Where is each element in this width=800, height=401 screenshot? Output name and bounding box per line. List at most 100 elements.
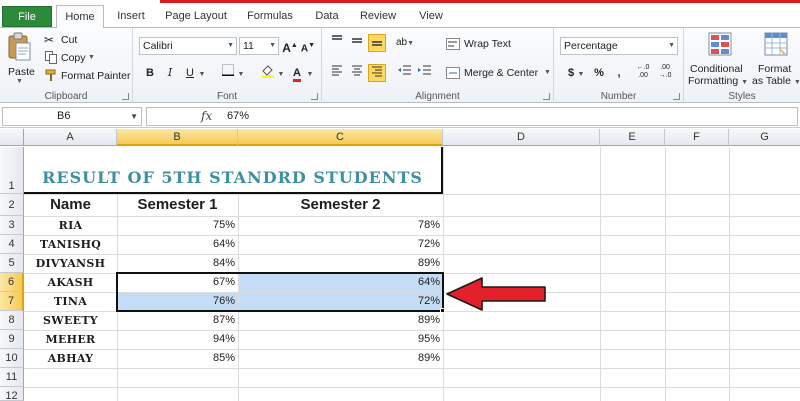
header-name[interactable]: Name bbox=[24, 194, 117, 216]
cell-semester-2[interactable]: 64% bbox=[238, 273, 443, 292]
cell-name[interactable]: DIVYANSH bbox=[24, 254, 117, 273]
cell-semester-2[interactable]: 95% bbox=[238, 330, 443, 349]
row-header-6[interactable]: 6 bbox=[0, 273, 24, 292]
cell-semester-2[interactable]: 72% bbox=[238, 235, 443, 254]
align-bottom-icon[interactable] bbox=[368, 34, 386, 52]
align-left-icon[interactable] bbox=[328, 64, 346, 82]
font-launcher-icon[interactable] bbox=[311, 93, 318, 100]
align-top-icon[interactable] bbox=[328, 34, 346, 52]
column-header-c[interactable]: C bbox=[238, 129, 443, 146]
decrease-indent-icon[interactable] bbox=[396, 64, 414, 82]
borders-icon[interactable] bbox=[219, 64, 237, 82]
select-all-corner[interactable] bbox=[0, 129, 24, 146]
alignment-launcher-icon[interactable] bbox=[543, 93, 550, 100]
cell-semester-2[interactable]: 89% bbox=[238, 311, 443, 330]
cell-name[interactable]: ABHAY bbox=[24, 349, 117, 368]
bold-button[interactable]: B bbox=[141, 64, 159, 82]
row-header-7[interactable]: 7 bbox=[0, 292, 24, 311]
align-center-icon[interactable] bbox=[348, 64, 366, 82]
font-name-dropdown-icon[interactable]: ▼ bbox=[227, 38, 234, 54]
font-name-combo[interactable]: Calibri ▼ bbox=[139, 37, 237, 55]
cell-name[interactable]: TANISHQ bbox=[24, 235, 117, 254]
format-as-table-button[interactable]: Format as Table ▼ bbox=[752, 30, 800, 88]
orientation-icon[interactable]: ab▼ bbox=[396, 34, 414, 52]
cell-semester-1[interactable]: 84% bbox=[117, 254, 238, 273]
cell-name[interactable]: AKASH bbox=[24, 273, 117, 292]
merge-center-dropdown-icon[interactable]: ▼ bbox=[544, 69, 551, 76]
font-color-icon[interactable]: A bbox=[288, 64, 306, 82]
tab-page-layout[interactable]: Page Layout bbox=[160, 7, 232, 27]
tab-view[interactable]: View bbox=[410, 7, 452, 27]
cell-semester-1[interactable]: 76% bbox=[117, 292, 238, 311]
cell-semester-1[interactable]: 85% bbox=[117, 349, 238, 368]
fill-color-dropdown-icon[interactable]: ▼ bbox=[276, 64, 286, 82]
cell-name[interactable]: SWEETY bbox=[24, 311, 117, 330]
tab-review[interactable]: Review bbox=[354, 7, 402, 27]
cell-semester-1[interactable]: 87% bbox=[117, 311, 238, 330]
currency-dropdown-icon[interactable]: ▼ bbox=[576, 64, 586, 82]
borders-dropdown-icon[interactable]: ▼ bbox=[236, 64, 246, 82]
cell-name[interactable]: TINA bbox=[24, 292, 117, 311]
decrease-decimal-icon[interactable]: .00 →.0 bbox=[656, 64, 674, 82]
fill-color-icon[interactable] bbox=[259, 64, 277, 82]
row-header-5[interactable]: 5 bbox=[0, 254, 24, 273]
tab-insert[interactable]: Insert bbox=[110, 7, 152, 27]
cell-semester-2[interactable]: 72% bbox=[238, 292, 443, 311]
tab-file[interactable]: File bbox=[2, 6, 52, 27]
name-box-dropdown-icon[interactable]: ▼ bbox=[130, 108, 138, 125]
merge-center-button[interactable]: Merge & Center ▼ bbox=[446, 65, 552, 83]
underline-dropdown-icon[interactable]: ▼ bbox=[197, 64, 207, 82]
column-header-b[interactable]: B bbox=[117, 129, 238, 146]
header-semester-1[interactable]: Semester 1 bbox=[117, 194, 238, 216]
row-header-12[interactable]: 12 bbox=[0, 387, 24, 401]
wrap-text-button[interactable]: Wrap Text bbox=[446, 36, 546, 54]
align-right-icon[interactable] bbox=[368, 64, 386, 82]
formula-input[interactable]: fx 67% bbox=[146, 107, 798, 126]
tab-formulas[interactable]: Formulas bbox=[240, 7, 300, 27]
font-color-dropdown-icon[interactable]: ▼ bbox=[305, 64, 315, 82]
shrink-font-icon[interactable]: A▼ bbox=[299, 37, 317, 55]
tab-home[interactable]: Home bbox=[56, 5, 104, 28]
column-header-d[interactable]: D bbox=[443, 129, 600, 146]
column-header-e[interactable]: E bbox=[600, 129, 665, 146]
clipboard-launcher-icon[interactable] bbox=[122, 93, 129, 100]
format-painter-button[interactable]: Format Painter bbox=[44, 68, 132, 84]
row-header-8[interactable]: 8 bbox=[0, 311, 24, 330]
number-format-dropdown-icon[interactable]: ▼ bbox=[668, 38, 675, 54]
italic-button[interactable]: I bbox=[161, 64, 179, 82]
cut-button[interactable]: ✂ Cut bbox=[44, 32, 124, 48]
header-semester-2[interactable]: Semester 2 bbox=[238, 194, 443, 216]
row-header-2[interactable]: 2 bbox=[0, 194, 24, 216]
cell-name[interactable]: RIA bbox=[24, 216, 117, 235]
conditional-formatting-button[interactable]: Conditional Formatting ▼ bbox=[688, 30, 752, 88]
percent-style-button[interactable]: % bbox=[590, 64, 608, 82]
row-header-10[interactable]: 10 bbox=[0, 349, 24, 368]
cell-semester-2[interactable]: 89% bbox=[238, 254, 443, 273]
row-header-4[interactable]: 4 bbox=[0, 235, 24, 254]
name-box[interactable]: B6 ▼ bbox=[2, 107, 142, 126]
cell-name[interactable]: MEHER bbox=[24, 330, 117, 349]
cell-semester-2[interactable]: 89% bbox=[238, 349, 443, 368]
row-header-1[interactable]: 1 bbox=[0, 147, 24, 194]
cell-semester-1-active[interactable]: 67% bbox=[117, 273, 238, 292]
column-header-f[interactable]: F bbox=[665, 129, 729, 146]
cell-semester-1[interactable]: 94% bbox=[117, 330, 238, 349]
paste-button[interactable]: Paste ▼ bbox=[6, 32, 36, 88]
row-header-9[interactable]: 9 bbox=[0, 330, 24, 349]
row-header-11[interactable]: 11 bbox=[0, 368, 24, 387]
column-header-a[interactable]: A bbox=[24, 129, 117, 146]
number-launcher-icon[interactable] bbox=[673, 93, 680, 100]
row-header-3[interactable]: 3 bbox=[0, 216, 24, 235]
align-middle-icon[interactable] bbox=[348, 34, 366, 52]
insert-function-icon[interactable]: fx bbox=[201, 109, 212, 123]
tab-data[interactable]: Data bbox=[308, 7, 346, 27]
grow-font-icon[interactable]: A▲ bbox=[281, 37, 299, 55]
fill-handle[interactable] bbox=[440, 308, 445, 313]
copy-button[interactable]: Copy ▼ bbox=[44, 50, 124, 66]
increase-indent-icon[interactable] bbox=[416, 64, 434, 82]
font-size-combo[interactable]: 11 ▼ bbox=[239, 37, 279, 55]
column-header-g[interactable]: G bbox=[729, 129, 800, 146]
cell-semester-1[interactable]: 75% bbox=[117, 216, 238, 235]
worksheet-grid[interactable]: A B C D E F G 1 2 3 4 5 6 7 8 9 10 11 12… bbox=[0, 129, 800, 401]
comma-style-button[interactable]: , bbox=[610, 64, 628, 82]
